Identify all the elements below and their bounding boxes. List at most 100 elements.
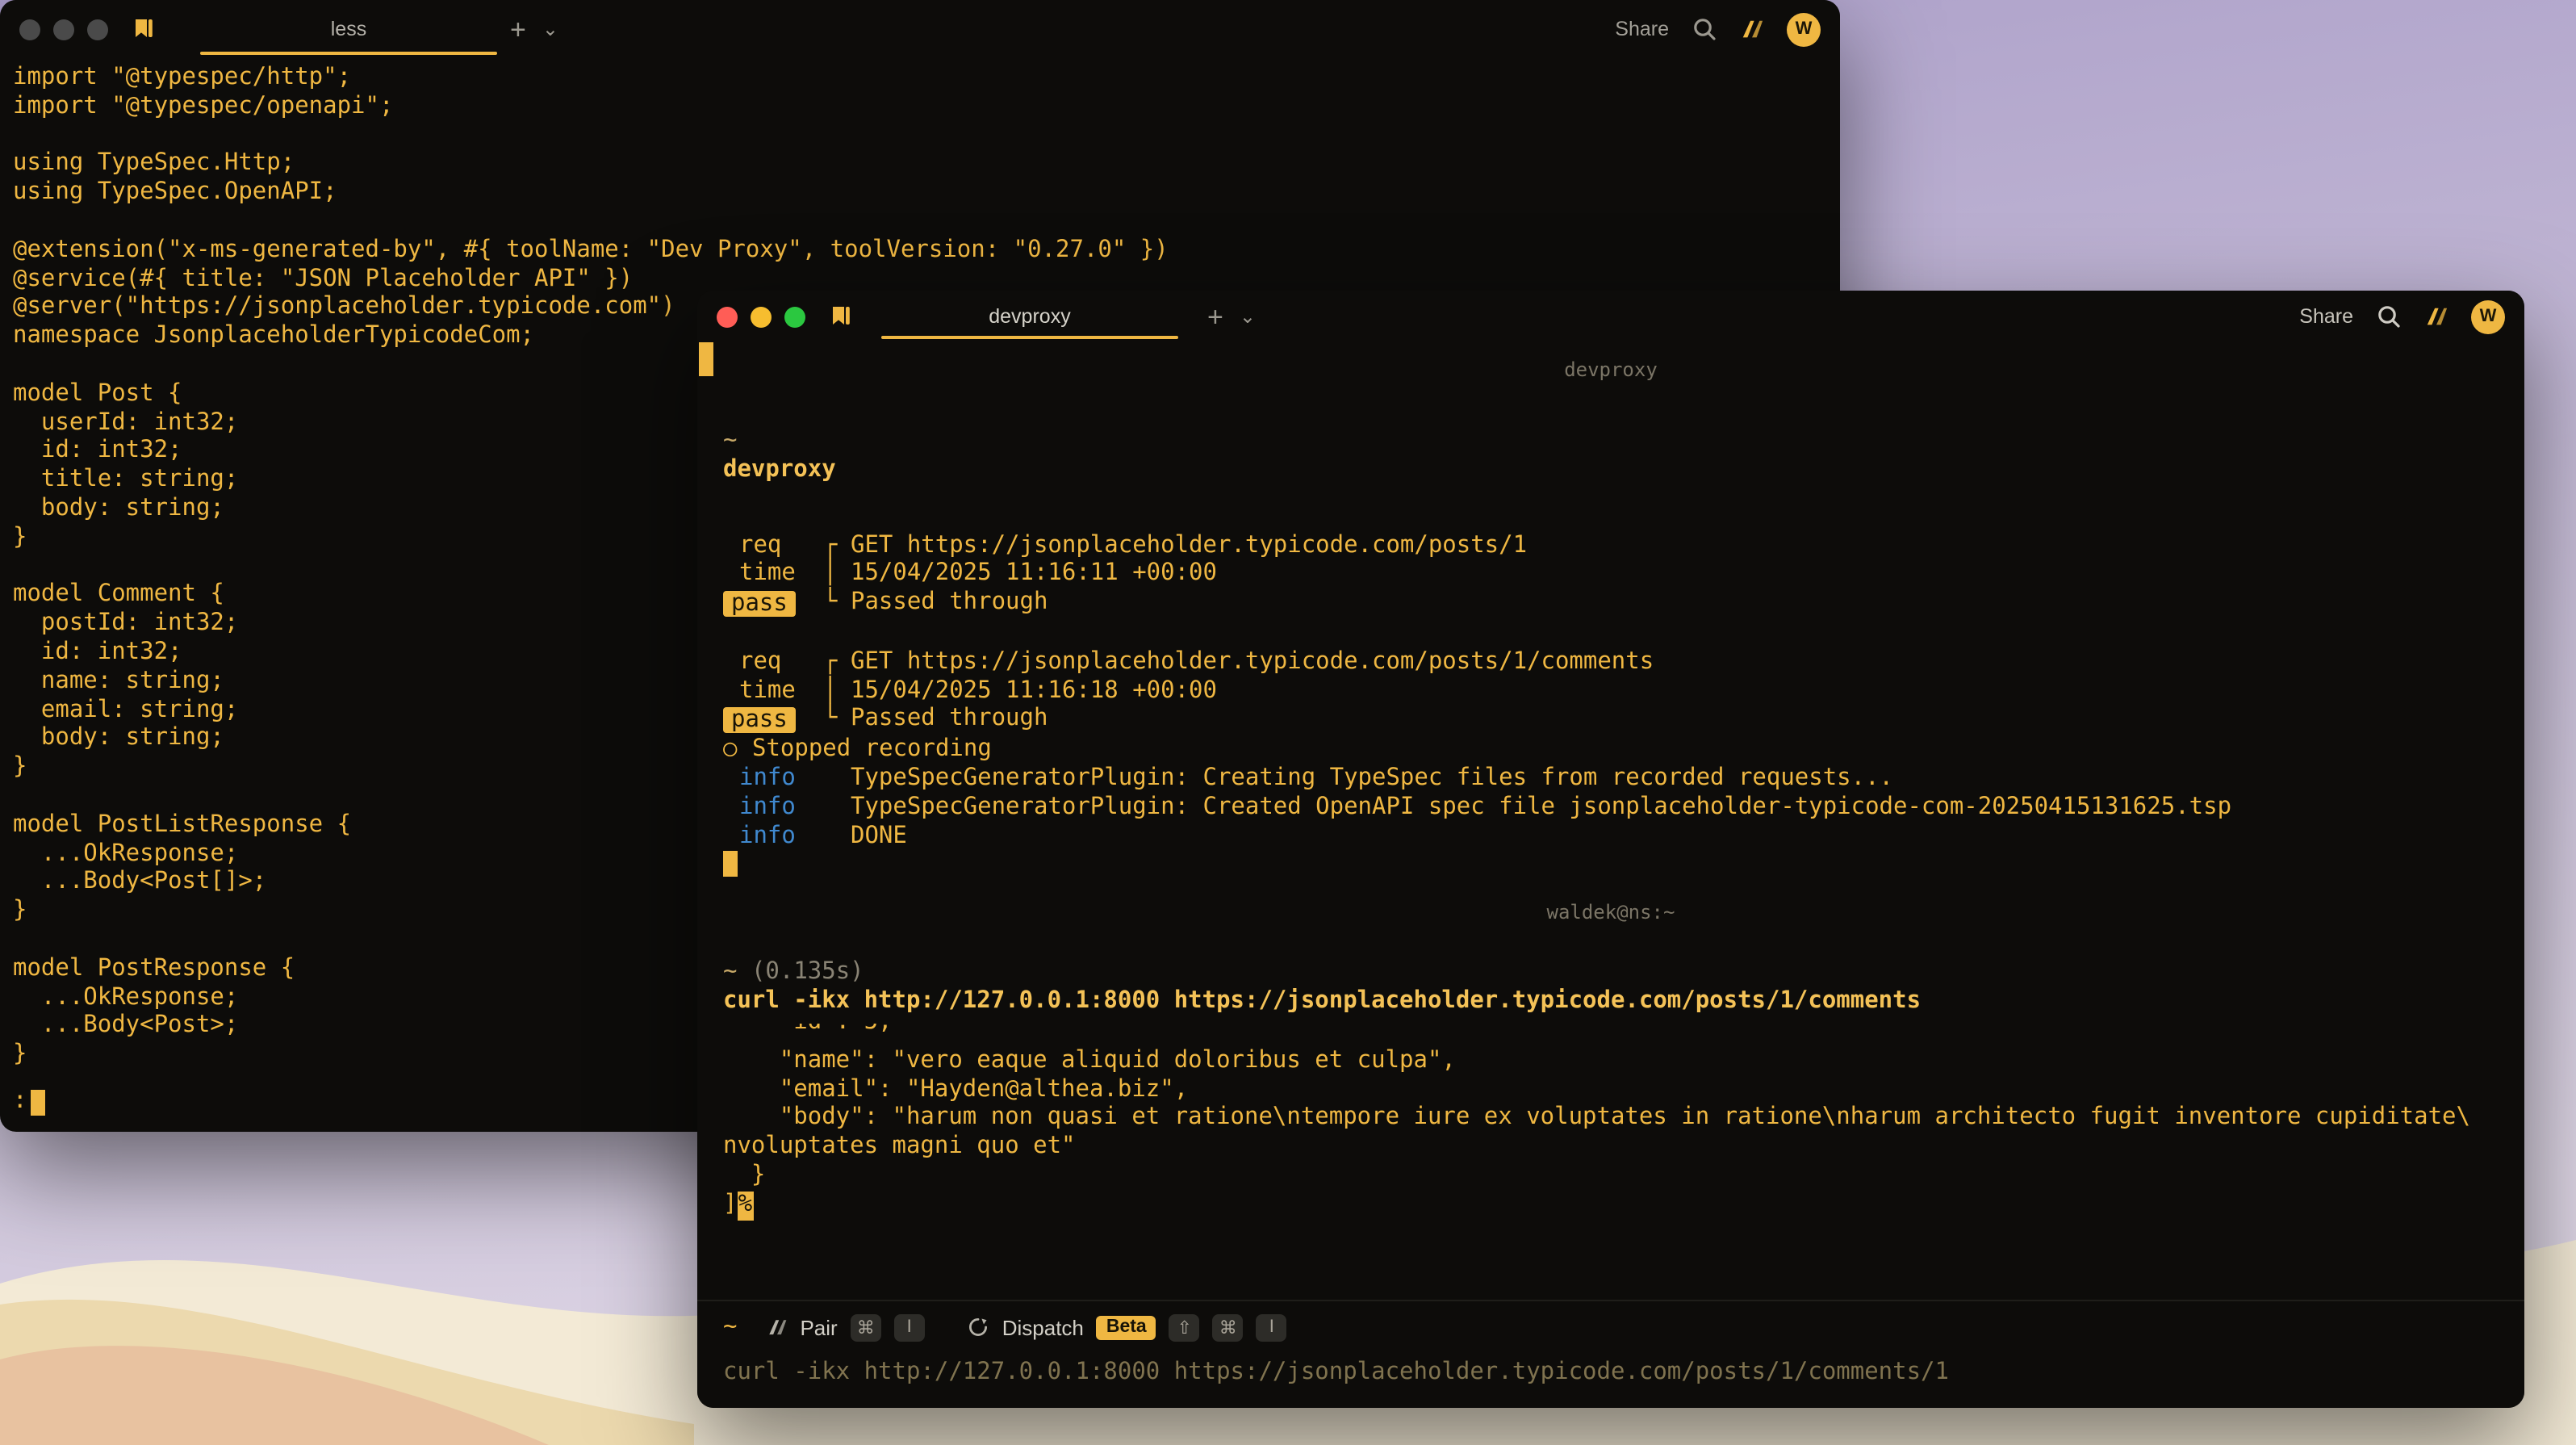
- request-log-1: req ┌ GET https://jsonplaceholder.typico…: [723, 532, 2499, 620]
- terminal-cursor: [30, 1090, 44, 1116]
- session-header: devproxy: [723, 357, 2499, 383]
- new-tab-button[interactable]: +: [1207, 303, 1223, 330]
- request-url: GET https://jsonplaceholder.typicode.com…: [851, 649, 2499, 678]
- command-curl[interactable]: curl -ikx http://127.0.0.1:8000 https://…: [723, 988, 2499, 1017]
- log-label-time: time: [723, 677, 823, 706]
- info-text: DONE: [851, 823, 2499, 852]
- terminal-footer: ~ Pair ⌘ I Dispatch Beta ⇧ ⌘ I curl -ikx…: [697, 1300, 2524, 1408]
- block-start-marker: [699, 342, 713, 376]
- stopped-recording-text: Stopped recording: [752, 736, 992, 765]
- stopped-recording-line: ○ Stopped recording: [723, 736, 2499, 765]
- close-button[interactable]: [717, 306, 738, 327]
- info-label: info: [723, 823, 823, 852]
- log-row-pass: pass └ Passed through: [723, 589, 2499, 620]
- titlebar[interactable]: devproxy + ⌄ Share W: [697, 291, 2524, 342]
- window-devproxy[interactable]: devproxy + ⌄ Share W devproxy ~ devpr: [697, 291, 2524, 1408]
- cursor-line: [723, 852, 2499, 881]
- warp-logo-icon[interactable]: [1740, 17, 1764, 41]
- tab-list-chevron-icon[interactable]: ⌄: [1240, 305, 1256, 328]
- command-devproxy[interactable]: devproxy: [723, 457, 2499, 486]
- bracket-top-icon: ┌: [823, 649, 851, 678]
- tab-less[interactable]: less: [190, 0, 507, 58]
- no-newline-marker: %: [737, 1191, 753, 1220]
- info-line: info TypeSpecGeneratorPlugin: Creating T…: [723, 765, 2499, 794]
- titlebar-right-cluster: Share W: [2299, 291, 2505, 342]
- close-button[interactable]: [19, 19, 40, 40]
- share-button[interactable]: Share: [2299, 305, 2353, 328]
- titlebar[interactable]: less + ⌄ Share W: [0, 0, 1840, 58]
- pager-prompt: :: [13, 1088, 27, 1117]
- info-line: info TypeSpecGeneratorPlugin: Created Op…: [723, 794, 2499, 823]
- avatar[interactable]: W: [2471, 299, 2505, 333]
- info-label: info: [723, 794, 823, 823]
- pass-badge: pass: [723, 708, 796, 734]
- bracket-mid-icon: │: [823, 677, 851, 706]
- request-url: GET https://jsonplaceholder.typicode.com…: [851, 532, 2499, 561]
- clipped-output-line: "id": 5,: [723, 1024, 2499, 1038]
- tab-list-chevron-icon[interactable]: ⌄: [542, 18, 558, 40]
- record-stop-icon: ○: [723, 736, 752, 765]
- log-row-request: req ┌ GET https://jsonplaceholder.typico…: [723, 649, 2499, 678]
- request-log-2: req ┌ GET https://jsonplaceholder.typico…: [723, 649, 2499, 737]
- dispatch-icon: [967, 1316, 989, 1338]
- titlebar-right-cluster: Share W: [1615, 0, 1821, 58]
- warp-logo-icon[interactable]: [2424, 304, 2448, 329]
- info-label: info: [723, 765, 823, 794]
- warp-pair-icon: [766, 1317, 787, 1338]
- request-result: Passed through: [851, 706, 2499, 737]
- search-icon[interactable]: [2376, 304, 2402, 329]
- log-row-request: req ┌ GET https://jsonplaceholder.typico…: [723, 532, 2499, 561]
- terminal-cursor: [723, 852, 738, 877]
- tab-actions: + ⌄: [510, 0, 558, 58]
- minimize-button[interactable]: [751, 306, 772, 327]
- tab-actions: + ⌄: [1207, 291, 1256, 342]
- request-timestamp: 15/04/2025 11:16:18 +00:00: [851, 677, 2499, 706]
- zoom-button[interactable]: [87, 19, 108, 40]
- footer-actions: ~ Pair ⌘ I Dispatch Beta ⇧ ⌘ I: [723, 1301, 2499, 1353]
- minimize-button[interactable]: [53, 19, 74, 40]
- bracket-mid-icon: │: [823, 561, 851, 590]
- beta-badge: Beta: [1097, 1315, 1156, 1339]
- key-i: I: [894, 1313, 925, 1341]
- curl-output: "name": "vero eaque aliquid doloribus et…: [723, 1048, 2499, 1192]
- output-closing-line: ] %: [723, 1191, 2499, 1220]
- dispatch-button[interactable]: Dispatch: [1002, 1315, 1084, 1339]
- log-row-time: time │ 15/04/2025 11:16:18 +00:00: [723, 677, 2499, 706]
- request-result: Passed through: [851, 589, 2499, 620]
- info-line: info DONE: [723, 823, 2499, 852]
- cwd-line: ~: [723, 428, 2499, 457]
- avatar[interactable]: W: [1787, 12, 1821, 46]
- bookmark-icon[interactable]: [828, 304, 854, 329]
- zoom-button[interactable]: [784, 306, 805, 327]
- request-timestamp: 15/04/2025 11:16:11 +00:00: [851, 561, 2499, 590]
- info-text: TypeSpecGeneratorPlugin: Created OpenAPI…: [851, 794, 2499, 823]
- info-text: TypeSpecGeneratorPlugin: Creating TypeSp…: [851, 765, 2499, 794]
- cwd: ~: [723, 959, 737, 985]
- log-row-time: time │ 15/04/2025 11:16:11 +00:00: [723, 561, 2499, 590]
- share-button[interactable]: Share: [1615, 18, 1669, 40]
- tab-title: devproxy: [989, 305, 1070, 328]
- key-shift: ⇧: [1169, 1313, 1200, 1341]
- closing-bracket: ]: [723, 1191, 737, 1220]
- key-cmd: ⌘: [851, 1313, 881, 1341]
- search-icon[interactable]: [1692, 16, 1717, 42]
- footer-prompt: ~: [723, 1314, 737, 1340]
- session-header: waldek@ns:~: [723, 899, 2499, 925]
- traffic-lights: [19, 19, 108, 40]
- key-i: I: [1257, 1313, 1287, 1341]
- pending-command-input[interactable]: curl -ikx http://127.0.0.1:8000 https://…: [723, 1359, 2499, 1388]
- bookmark-icon[interactable]: [131, 16, 157, 42]
- pass-badge: pass: [723, 591, 796, 617]
- screen: less + ⌄ Share W import "@typespec/http"…: [0, 0, 2576, 1445]
- log-label-time: time: [723, 561, 823, 590]
- tab-title: less: [331, 18, 366, 40]
- pair-button[interactable]: Pair: [800, 1315, 837, 1339]
- new-tab-button[interactable]: +: [510, 15, 526, 43]
- tab-devproxy[interactable]: devproxy: [872, 291, 1188, 342]
- log-label-req: req: [723, 649, 823, 678]
- bracket-top-icon: ┌: [823, 532, 851, 561]
- traffic-lights: [717, 306, 805, 327]
- prompt-duration-line: ~ (0.135s): [723, 959, 2499, 988]
- log-label-req: req: [723, 532, 823, 561]
- command-duration: [737, 959, 751, 985]
